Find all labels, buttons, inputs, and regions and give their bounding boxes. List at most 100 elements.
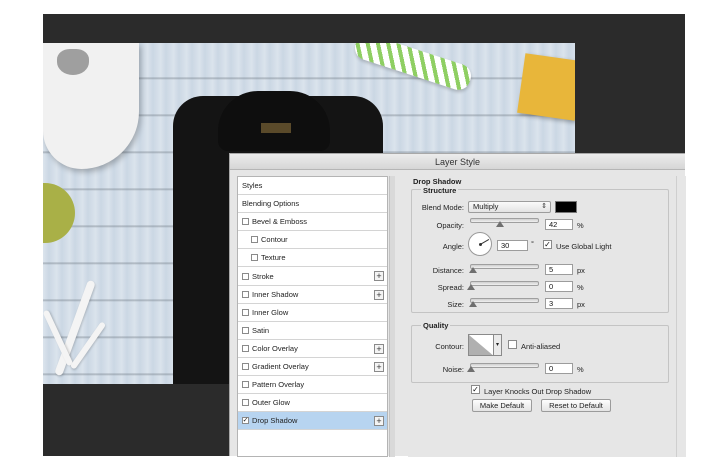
opacity-unit: % xyxy=(577,221,584,230)
style-item-label: Blending Options xyxy=(242,199,300,209)
distance-input[interactable]: 5 xyxy=(545,264,573,275)
spread-unit: % xyxy=(577,283,584,292)
coat-label-image xyxy=(261,123,291,133)
noise-slider[interactable] xyxy=(467,363,539,372)
style-checkbox[interactable] xyxy=(242,344,249,352)
contour-preview[interactable] xyxy=(468,334,494,356)
style-item-label: Inner Glow xyxy=(252,307,289,317)
style-item-color-overlay[interactable]: Color Overlay + xyxy=(238,340,387,358)
knockout-checkbox[interactable]: ✓ xyxy=(471,385,480,394)
style-item-label: Texture xyxy=(261,253,286,263)
style-item-gradient-overlay[interactable]: Gradient Overlay + xyxy=(238,358,387,377)
angle-center-icon xyxy=(479,243,482,246)
angle-unit: ° xyxy=(531,239,534,248)
style-item-styles[interactable]: Styles xyxy=(238,177,387,196)
style-item-label: Color Overlay xyxy=(252,343,298,353)
style-item-label: Satin xyxy=(252,325,270,335)
knockout-check-icon: ✓ xyxy=(472,385,479,394)
style-checkbox[interactable] xyxy=(242,381,249,389)
contour-curve-icon xyxy=(469,335,493,355)
style-item-label: Drop Shadow xyxy=(252,416,298,426)
angle-label: Angle: xyxy=(442,242,464,251)
shadow-color-swatch[interactable] xyxy=(555,201,577,213)
size-slider-thumb[interactable] xyxy=(469,301,477,307)
blend-mode-select[interactable]: Multiply ⇕ xyxy=(468,201,551,213)
make-default-button[interactable]: Make Default xyxy=(472,399,532,412)
heart-ornament-image xyxy=(57,49,89,75)
coral-branch-image xyxy=(43,278,111,384)
size-label: Size: xyxy=(447,300,464,309)
select-arrows-icon: ⇕ xyxy=(541,203,547,210)
style-checkbox[interactable] xyxy=(242,272,249,280)
size-unit: px xyxy=(577,300,585,309)
global-light-check-icon: ✓ xyxy=(544,240,551,249)
size-slider[interactable] xyxy=(469,298,539,307)
style-item-drop-shadow[interactable]: ✓ Drop Shadow + xyxy=(238,412,387,431)
spread-slider-thumb[interactable] xyxy=(467,284,475,290)
style-checkbox[interactable] xyxy=(242,399,249,407)
angle-dial[interactable] xyxy=(468,232,492,256)
anti-aliased-label: Anti-aliased xyxy=(521,342,561,351)
style-item-pattern-overlay[interactable]: Pattern Overlay xyxy=(238,376,387,395)
angle-input[interactable]: 30 xyxy=(497,240,528,251)
distance-slider[interactable] xyxy=(469,264,539,273)
coat-collar-image xyxy=(218,91,330,151)
noise-input[interactable]: 0 xyxy=(545,363,573,374)
dialog-title[interactable]: Layer Style xyxy=(230,154,685,170)
style-item-stroke[interactable]: Stroke + xyxy=(238,267,387,286)
knockout-label: Layer Knocks Out Drop Shadow xyxy=(484,387,592,396)
style-item-inner-shadow[interactable]: Inner Shadow + xyxy=(238,286,387,304)
style-item-label: Inner Shadow xyxy=(252,289,299,299)
layer-style-dialog: Layer Style Styles Blending Options Bevel … xyxy=(229,153,686,457)
anti-aliased-checkbox[interactable] xyxy=(508,340,517,349)
spread-slider[interactable] xyxy=(467,281,539,290)
style-checkbox[interactable]: ✓ xyxy=(242,417,249,425)
noise-unit: % xyxy=(577,365,584,374)
distance-unit: px xyxy=(577,266,585,275)
style-item-contour[interactable]: Contour xyxy=(238,231,387,250)
contour-dropdown[interactable]: ▾ xyxy=(494,334,502,356)
gift-box-image xyxy=(517,53,575,121)
style-checkbox[interactable] xyxy=(251,254,258,262)
style-item-satin[interactable]: Satin xyxy=(238,322,387,340)
style-checkbox[interactable] xyxy=(242,326,249,334)
style-checkbox[interactable] xyxy=(242,218,249,226)
style-item-bevel-emboss[interactable]: Bevel & Emboss xyxy=(238,213,387,232)
style-checkbox[interactable] xyxy=(242,308,249,316)
style-item-label: Pattern Overlay xyxy=(252,380,305,390)
distance-slider-thumb[interactable] xyxy=(469,267,477,273)
reset-to-default-button[interactable]: Reset to Default xyxy=(541,399,611,412)
add-effect-plus-icon[interactable]: + xyxy=(374,343,384,354)
add-effect-plus-icon[interactable]: + xyxy=(374,361,384,372)
opacity-slider-thumb[interactable] xyxy=(496,221,504,227)
add-effect-plus-icon[interactable]: + xyxy=(374,271,384,282)
global-light-label: Use Global Light xyxy=(556,242,612,251)
style-checkbox[interactable] xyxy=(242,362,249,370)
size-input[interactable]: 3 xyxy=(545,298,573,309)
styles-list-scrollbar[interactable] xyxy=(389,176,395,457)
blend-mode-value: Multiply xyxy=(473,202,499,211)
panel-scrollbar[interactable] xyxy=(676,176,686,457)
style-item-label: Styles xyxy=(242,181,263,191)
quality-group xyxy=(411,325,669,383)
style-item-blending-options[interactable]: Blending Options xyxy=(238,195,387,214)
noise-slider-thumb[interactable] xyxy=(467,366,475,372)
style-item-texture[interactable]: Texture xyxy=(238,249,387,268)
opacity-input[interactable]: 42 xyxy=(545,219,573,230)
drop-shadow-title: Drop Shadow xyxy=(413,177,462,186)
contour-label: Contour: xyxy=(435,342,464,351)
spread-label: Spread: xyxy=(437,283,464,292)
add-effect-plus-icon[interactable]: + xyxy=(374,416,384,427)
opacity-slider[interactable] xyxy=(470,218,539,227)
global-light-checkbox[interactable]: ✓ xyxy=(543,240,552,249)
style-checkbox[interactable] xyxy=(251,236,258,244)
style-item-inner-glow[interactable]: Inner Glow xyxy=(238,304,387,322)
style-item-outer-glow[interactable]: Outer Glow xyxy=(238,394,387,413)
noise-label: Noise: xyxy=(442,365,464,374)
blend-mode-label: Blend Mode: xyxy=(421,203,464,212)
add-effect-plus-icon[interactable]: + xyxy=(374,289,384,300)
drop-shadow-panel: Drop Shadow Structure Blend Mode: Multip… xyxy=(408,176,678,457)
style-checkbox[interactable] xyxy=(242,290,249,298)
candy-cane-image xyxy=(351,43,475,93)
spread-input[interactable]: 0 xyxy=(545,281,573,292)
